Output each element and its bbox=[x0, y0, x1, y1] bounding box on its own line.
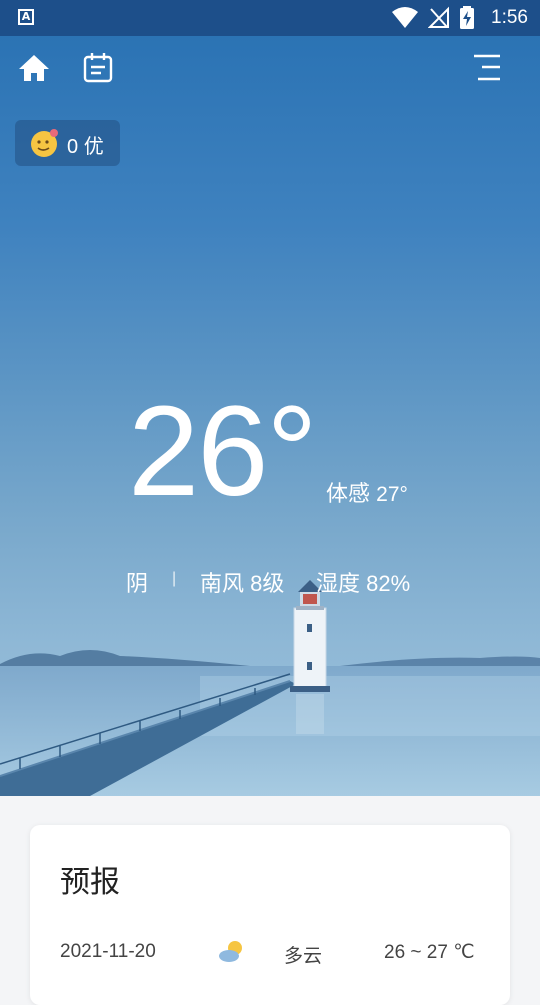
aqi-level: 优 bbox=[83, 136, 104, 158]
condition-separator: | bbox=[172, 570, 177, 587]
feels-like-label: 体感 bbox=[326, 481, 371, 506]
status-bar: A 1:56 bbox=[0, 0, 540, 36]
battery-charging-icon bbox=[460, 6, 474, 29]
smiley-face-icon bbox=[31, 129, 58, 157]
calendar-icon[interactable] bbox=[80, 50, 116, 86]
humidity-text: 湿度 82% bbox=[316, 571, 411, 596]
partly-cloudy-icon bbox=[219, 941, 242, 962]
no-signal-icon bbox=[428, 6, 449, 28]
status-time: 1:56 bbox=[491, 7, 528, 28]
forecast-card: 预报 2021-11-20 多云 26 ~ 27 ℃ bbox=[30, 825, 510, 1005]
aqi-text: 0 优 bbox=[67, 130, 104, 159]
home-icon[interactable] bbox=[16, 50, 52, 86]
aqi-value: 0 bbox=[67, 136, 79, 158]
current-temperature: 26° bbox=[128, 380, 318, 523]
aqi-chip[interactable]: 0 优 bbox=[15, 120, 120, 166]
menu-icon[interactable] bbox=[470, 50, 506, 86]
forecast-range: 26 ~ 27 ℃ bbox=[384, 942, 475, 963]
wifi-icon bbox=[392, 7, 418, 28]
app-notification-icon: A bbox=[18, 9, 34, 25]
wind-text: 南风 8级 bbox=[200, 571, 285, 596]
feels-like: 体感 27° bbox=[326, 476, 408, 508]
weather-hero: 0 优 26° 体感 27° 阴 | 南风 8级 湿度 82% bbox=[0, 36, 540, 796]
forecast-condition: 多云 bbox=[284, 946, 323, 967]
condition-text: 阴 bbox=[126, 571, 149, 596]
forecast-title: 预报 bbox=[60, 866, 120, 899]
feels-like-value: 27° bbox=[376, 483, 408, 506]
conditions-row: 阴 | 南风 8级 湿度 82% bbox=[0, 566, 540, 596]
forecast-row[interactable]: 2021-11-20 多云 26 ~ 27 ℃ bbox=[30, 941, 510, 971]
